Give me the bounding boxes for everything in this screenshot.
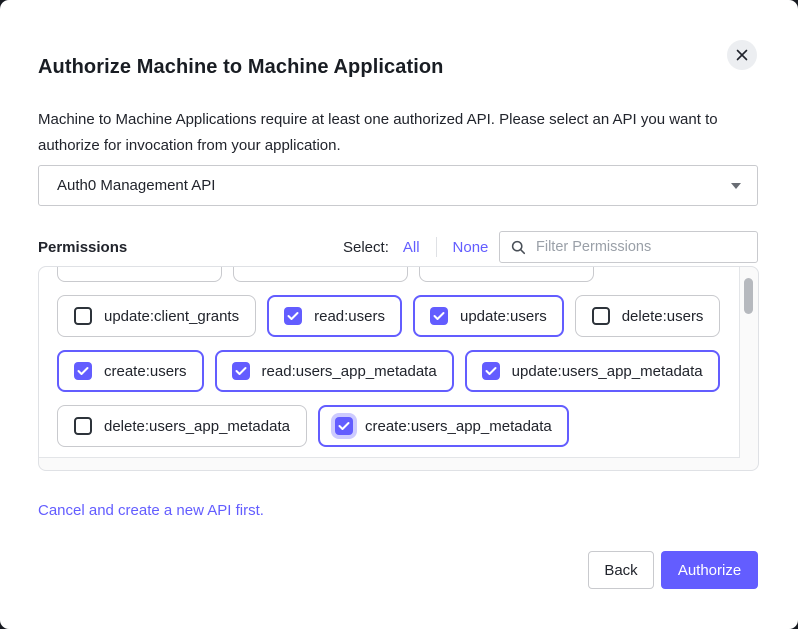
permission-row: delete:users_app_metadata create:users_ap… xyxy=(57,405,739,447)
permission-pill[interactable]: update:users xyxy=(413,295,564,337)
checkbox-checked-icon[interactable] xyxy=(335,417,353,435)
cancel-create-api-link[interactable]: Cancel and create a new API first. xyxy=(38,502,264,519)
permission-pill[interactable]: read:users xyxy=(267,295,402,337)
divider xyxy=(436,237,437,257)
api-select-dropdown[interactable]: Auth0 Management API xyxy=(38,165,758,206)
checkbox-checked-icon[interactable] xyxy=(232,362,250,380)
checkbox-unchecked-icon[interactable] xyxy=(592,307,610,325)
authorize-m2m-dialog: Authorize Machine to Machine Application… xyxy=(0,0,798,629)
vertical-scrollbar-thumb[interactable] xyxy=(744,278,753,314)
checkbox-unchecked-icon[interactable] xyxy=(74,417,92,435)
checkbox-checked-icon[interactable] xyxy=(430,307,448,325)
permission-pill-label: update:users xyxy=(460,308,547,325)
permission-pill[interactable] xyxy=(233,267,408,282)
checkbox-checked-icon[interactable] xyxy=(482,362,500,380)
api-select-value: Auth0 Management API xyxy=(57,177,215,194)
permission-pill-label: update:users_app_metadata xyxy=(512,363,703,380)
permission-pill-label: create:users_app_metadata xyxy=(365,418,552,435)
permission-row-partial xyxy=(57,267,739,282)
permission-pill-label: create:users xyxy=(104,363,187,380)
permission-pill[interactable]: update:users_app_metadata xyxy=(465,350,720,392)
permission-pill[interactable]: delete:users_app_metadata xyxy=(57,405,307,447)
filter-permissions-input[interactable] xyxy=(534,238,738,256)
select-all-none-group: Select: All None xyxy=(343,237,488,257)
permission-pill-label: read:users_app_metadata xyxy=(262,363,437,380)
search-icon xyxy=(500,240,526,255)
dialog-description: Machine to Machine Applications require … xyxy=(38,107,744,159)
permissions-list: update:client_grants read:users update:use… xyxy=(39,267,740,458)
permission-pill[interactable]: read:users_app_metadata xyxy=(215,350,454,392)
permission-pill-label: read:users xyxy=(314,308,385,325)
permission-pill[interactable]: create:users_app_metadata xyxy=(318,405,569,447)
checkbox-checked-icon[interactable] xyxy=(74,362,92,380)
back-button[interactable]: Back xyxy=(588,551,654,589)
select-label: Select: xyxy=(343,239,389,256)
permission-pill[interactable] xyxy=(419,267,594,282)
permission-pill[interactable]: delete:users xyxy=(575,295,721,337)
permission-pill[interactable]: create:users xyxy=(57,350,204,392)
select-none-link[interactable]: None xyxy=(453,239,489,256)
permissions-scroll-area: update:client_grants read:users update:use… xyxy=(38,266,759,471)
permission-pill-label: update:client_grants xyxy=(104,308,239,325)
permission-row: update:client_grants read:users update:use… xyxy=(57,295,739,337)
checkbox-checked-icon[interactable] xyxy=(284,307,302,325)
checkbox-unchecked-icon[interactable] xyxy=(74,307,92,325)
permission-pill-label: delete:users xyxy=(622,308,704,325)
close-icon xyxy=(736,49,748,61)
permission-row: create:users read:users_app_metadata updat… xyxy=(57,350,739,392)
filter-permissions-box xyxy=(499,231,758,263)
permissions-label: Permissions xyxy=(38,239,127,256)
authorize-button[interactable]: Authorize xyxy=(661,551,758,589)
permission-pill[interactable] xyxy=(57,267,222,282)
close-button[interactable] xyxy=(727,40,757,70)
permission-pill[interactable]: update:client_grants xyxy=(57,295,256,337)
permission-pill-label: delete:users_app_metadata xyxy=(104,418,290,435)
chevron-down-icon xyxy=(731,183,741,189)
select-all-link[interactable]: All xyxy=(403,239,420,256)
page-title: Authorize Machine to Machine Application xyxy=(38,56,444,79)
